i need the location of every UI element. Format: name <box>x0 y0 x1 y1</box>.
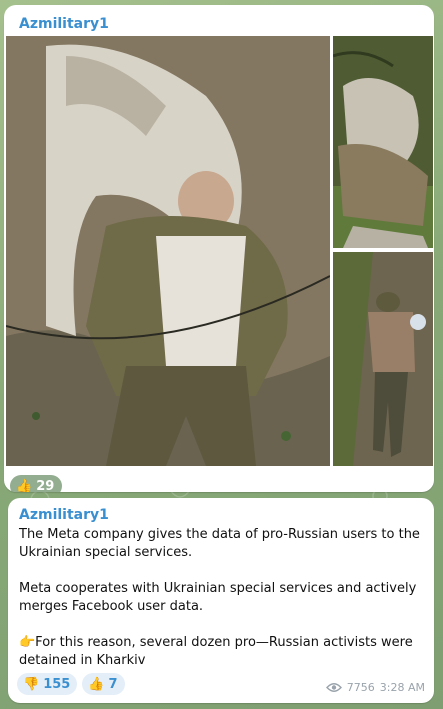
message-paragraph: The Meta company gives the data of pro-R… <box>19 527 420 560</box>
reaction-dislike-chip[interactable]: 👎 155 <box>17 673 78 695</box>
message-paragraph: Meta cooperates with Ukrainian special s… <box>19 581 417 614</box>
sender-name[interactable]: Azmilitary1 <box>19 16 109 32</box>
message-text: The Meta company gives the data of pro-R… <box>19 526 427 670</box>
text-message-bubble[interactable]: Azmilitary1 The Meta company gives the d… <box>8 498 434 703</box>
message-time: 3:28 AM <box>379 681 425 694</box>
sender-name[interactable]: Azmilitary1 <box>19 507 109 523</box>
thumbs-up-icon: 👍 <box>88 676 105 692</box>
view-count: 7756 <box>346 681 375 694</box>
photo-main[interactable] <box>6 36 330 466</box>
reaction-like-chip[interactable]: 👍 29 <box>10 475 63 493</box>
reaction-like-chip[interactable]: 👍 7 <box>82 673 125 695</box>
thumbs-down-icon: 👎 <box>23 676 40 692</box>
eye-icon <box>325 683 342 692</box>
media-message-bubble[interactable]: Azmilitary1 👍 29 <box>4 5 434 492</box>
reaction-count: 155 <box>43 676 71 692</box>
reaction-count: 29 <box>36 478 55 493</box>
reaction-count: 7 <box>108 676 118 692</box>
message-paragraph: 👉For this reason, several dozen pro—Russ… <box>19 635 413 668</box>
thumbs-up-icon: 👍 <box>16 478 33 493</box>
photo-bottom-right[interactable] <box>333 252 433 466</box>
message-meta: 7756 3:28 AM <box>325 681 425 694</box>
photo-top-right[interactable] <box>333 36 433 248</box>
reactions-bar: 👎 155 👍 7 <box>17 673 125 695</box>
